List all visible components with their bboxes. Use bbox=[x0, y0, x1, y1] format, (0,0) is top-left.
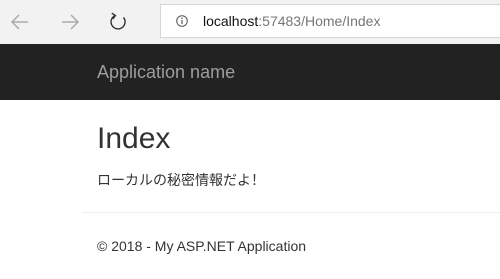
refresh-icon bbox=[110, 12, 126, 30]
info-icon[interactable] bbox=[176, 15, 188, 27]
refresh-button[interactable] bbox=[104, 8, 132, 36]
forward-arrow-icon bbox=[62, 14, 79, 30]
address-bar[interactable]: localhost:57483/Home/Index bbox=[160, 4, 500, 38]
url-host: localhost bbox=[203, 13, 259, 29]
footer-divider bbox=[82, 212, 500, 213]
brand-link[interactable]: Application name bbox=[97, 61, 235, 83]
back-arrow-icon bbox=[11, 14, 28, 30]
footer-text: © 2018 - My ASP.NET Application bbox=[97, 238, 307, 254]
page-message: ローカルの秘密情報だよ！ bbox=[97, 172, 265, 188]
forward-button[interactable] bbox=[56, 8, 84, 36]
url-text[interactable]: localhost:57483/Home/Index bbox=[203, 13, 380, 29]
site-navbar: Application name bbox=[0, 44, 500, 100]
page-title: Index bbox=[97, 122, 171, 155]
browser-toolbar: localhost:57483/Home/Index bbox=[0, 0, 500, 44]
url-path: :57483/Home/Index bbox=[258, 13, 381, 29]
back-button[interactable] bbox=[6, 8, 34, 36]
